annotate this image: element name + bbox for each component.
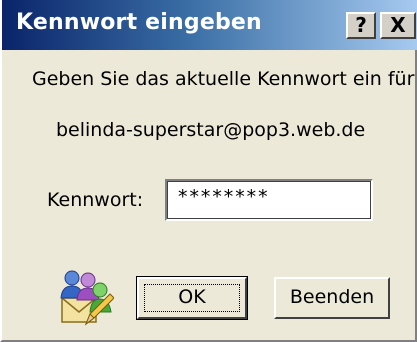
help-button[interactable]: ? <box>346 12 376 39</box>
title-bar[interactable]: Kennwort eingeben ? X <box>2 0 417 50</box>
password-input[interactable]: ******** <box>165 179 373 221</box>
close-button[interactable]: X <box>380 12 416 39</box>
mail-users-icon <box>56 268 115 326</box>
ok-button[interactable]: OK <box>136 276 248 320</box>
password-label: Kennwort: <box>47 189 144 211</box>
prompt-text: Geben Sie das aktuelle Kennwort ein für <box>32 68 415 90</box>
cancel-button[interactable]: Beenden <box>274 277 390 319</box>
window-title: Kennwort eingeben <box>16 10 262 35</box>
ok-button-label: OK <box>178 286 206 308</box>
account-address: belinda-superstar@pop3.web.de <box>56 119 366 141</box>
password-dialog: Kennwort eingeben ? X Geben Sie das aktu… <box>0 0 417 342</box>
